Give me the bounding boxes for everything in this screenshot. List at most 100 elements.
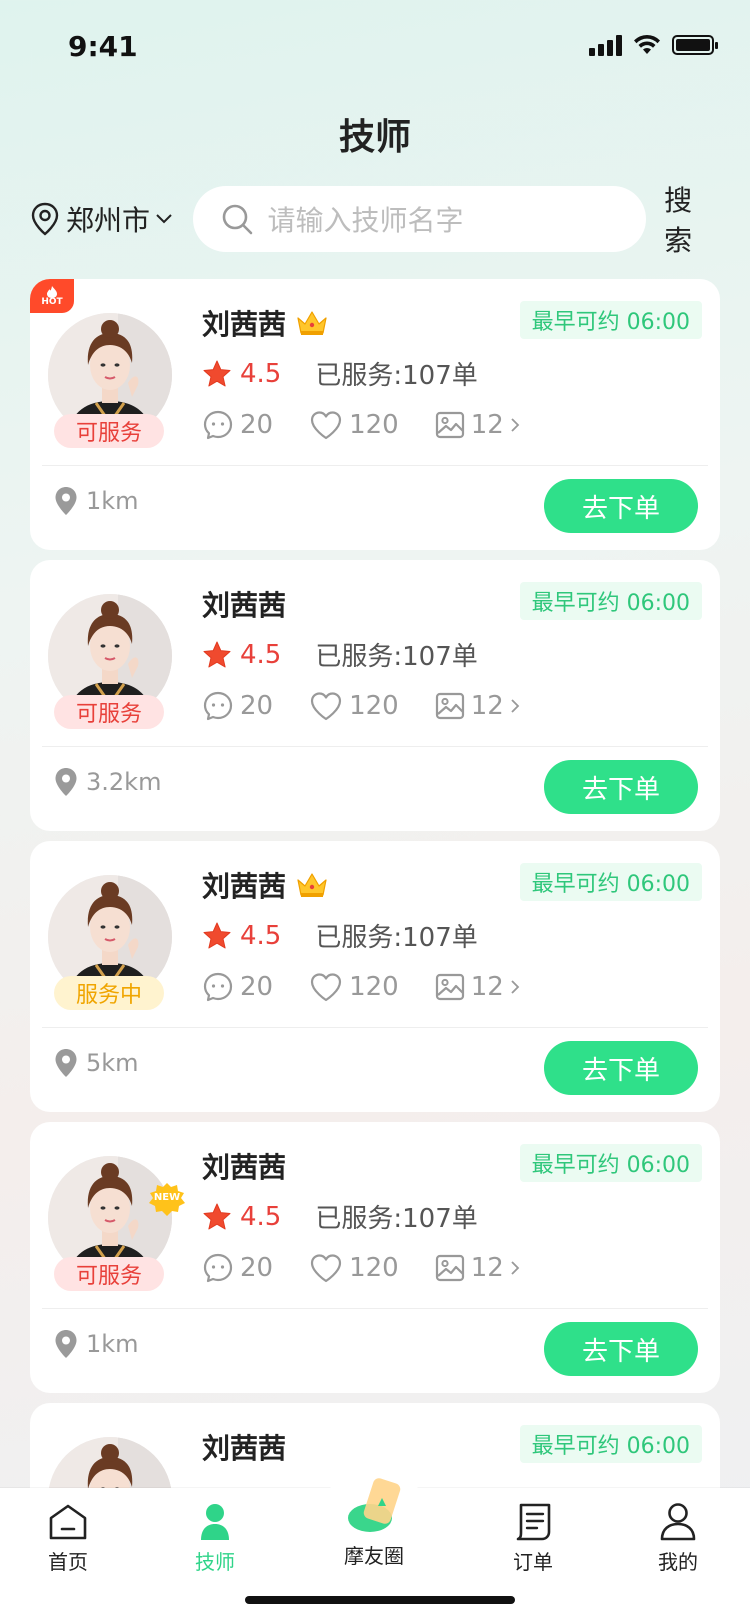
star-icon bbox=[203, 360, 231, 386]
comment-icon bbox=[203, 972, 233, 1002]
likes-stat[interactable]: 120 bbox=[309, 410, 399, 440]
chevron-right-icon bbox=[511, 1261, 520, 1275]
status-badge: 服务中 bbox=[54, 976, 164, 1010]
comments-stat[interactable]: 20 bbox=[202, 1252, 273, 1284]
divider bbox=[42, 465, 708, 466]
tab-technician-label: 技师 bbox=[195, 1550, 235, 1574]
served-count: 已服务:107单 bbox=[315, 642, 478, 672]
city-label: 郑州市 bbox=[66, 204, 151, 237]
flame-icon bbox=[47, 285, 57, 298]
comments-count: 20 bbox=[240, 691, 274, 721]
crown-icon bbox=[297, 873, 327, 897]
rating-row: 4.5 已服务:107单 bbox=[202, 355, 478, 392]
moments-icon bbox=[348, 1478, 401, 1532]
earliest-time-badge: 最早可约 06:00 bbox=[519, 1425, 702, 1463]
photos-stat[interactable]: 12 bbox=[435, 972, 520, 1002]
photos-stat[interactable]: 12 bbox=[435, 691, 520, 721]
divider bbox=[42, 1027, 708, 1028]
technician-card[interactable]: 可服务 刘茜茜 最早可约 06:00 4.5 已服务:107单 20 120 1… bbox=[30, 560, 720, 831]
new-badge: NEW bbox=[147, 1182, 187, 1218]
star-icon bbox=[203, 641, 231, 667]
distance: 5km bbox=[54, 1048, 139, 1078]
order-button[interactable]: 去下单 bbox=[544, 760, 698, 814]
tab-technician[interactable]: 技师 bbox=[165, 1502, 265, 1575]
technician-name: 刘茜茜 bbox=[202, 1432, 287, 1465]
rating-row: 4.5 已服务:107单 bbox=[202, 636, 478, 673]
chevron-right-icon bbox=[511, 418, 520, 432]
likes-count: 120 bbox=[349, 972, 399, 1002]
tab-moments[interactable]: 摩友圈 bbox=[324, 1478, 424, 1569]
photos-count: 12 bbox=[470, 410, 504, 440]
star-icon bbox=[203, 922, 231, 948]
location-icon bbox=[55, 487, 77, 515]
status-badge: 可服务 bbox=[54, 414, 164, 448]
status-bar: 9:41 bbox=[0, 0, 750, 96]
heart-icon bbox=[310, 973, 342, 1002]
person-icon bbox=[201, 1504, 229, 1540]
search-input[interactable]: 请输入技师名字 bbox=[193, 186, 647, 252]
home-indicator bbox=[245, 1596, 515, 1604]
location-pin-icon bbox=[31, 202, 59, 236]
heart-icon bbox=[310, 1254, 342, 1283]
tab-home[interactable]: 首页 bbox=[18, 1502, 118, 1575]
city-selector[interactable]: 郑州市 bbox=[30, 199, 193, 239]
home-icon bbox=[49, 1504, 87, 1540]
status-badge: 可服务 bbox=[54, 1257, 164, 1291]
hot-badge: HOT bbox=[30, 279, 74, 313]
search-placeholder: 请输入技师名字 bbox=[267, 204, 464, 237]
distance-value: 3.2km bbox=[86, 768, 162, 796]
heart-icon bbox=[310, 692, 342, 721]
chevron-right-icon bbox=[511, 980, 520, 994]
photos-stat[interactable]: 12 bbox=[435, 1253, 520, 1283]
comments-stat[interactable]: 20 bbox=[202, 971, 273, 1003]
likes-count: 120 bbox=[349, 691, 399, 721]
crown-icon bbox=[297, 311, 327, 335]
technician-name: 刘茜茜 bbox=[202, 1151, 287, 1184]
comments-stat[interactable]: 20 bbox=[202, 690, 273, 722]
technician-name: 刘茜茜 bbox=[202, 870, 287, 903]
location-icon bbox=[55, 1049, 77, 1077]
tab-profile-label: 我的 bbox=[658, 1550, 698, 1574]
rating-value: 4.5 bbox=[240, 920, 282, 951]
rating-row: 4.5 已服务:107单 bbox=[202, 917, 478, 954]
comment-icon bbox=[203, 1253, 233, 1283]
distance-value: 1km bbox=[86, 1330, 139, 1358]
hot-badge-label: HOT bbox=[41, 296, 63, 307]
distance-value: 5km bbox=[86, 1049, 139, 1077]
likes-count: 120 bbox=[349, 1253, 399, 1283]
distance: 1km bbox=[54, 1329, 139, 1359]
technician-card[interactable]: NEW 可服务 刘茜茜 最早可约 06:00 4.5 已服务:107单 20 1… bbox=[30, 1122, 720, 1393]
new-badge-label: NEW bbox=[153, 1192, 181, 1203]
photos-stat[interactable]: 12 bbox=[435, 410, 520, 440]
photos-count: 12 bbox=[470, 972, 504, 1002]
order-button[interactable]: 去下单 bbox=[544, 479, 698, 533]
tab-orders[interactable]: 订单 bbox=[483, 1502, 583, 1575]
technician-name-row: 刘茜茜 bbox=[202, 303, 328, 343]
comment-icon bbox=[203, 410, 233, 440]
tab-profile[interactable]: 我的 bbox=[628, 1502, 728, 1575]
comments-count: 20 bbox=[240, 972, 274, 1002]
stats-row: 20 120 12 bbox=[202, 971, 556, 1003]
distance: 3.2km bbox=[54, 767, 161, 797]
profile-icon bbox=[660, 1503, 696, 1541]
search-icon bbox=[223, 204, 253, 235]
technician-card[interactable]: 服务中 刘茜茜 最早可约 06:00 4.5 已服务:107单 20 120 1… bbox=[30, 841, 720, 1112]
order-button[interactable]: 去下单 bbox=[544, 1041, 698, 1095]
photos-count: 12 bbox=[470, 691, 504, 721]
order-button[interactable]: 去下单 bbox=[544, 1322, 698, 1376]
earliest-time-badge: 最早可约 06:00 bbox=[519, 863, 702, 901]
wifi-icon bbox=[634, 34, 660, 54]
chevron-down-icon bbox=[156, 214, 172, 224]
likes-stat[interactable]: 120 bbox=[309, 972, 399, 1002]
order-icon bbox=[516, 1503, 551, 1541]
likes-stat[interactable]: 120 bbox=[309, 691, 399, 721]
heart-icon bbox=[310, 411, 342, 440]
rating-value: 4.5 bbox=[240, 639, 282, 670]
likes-stat[interactable]: 120 bbox=[309, 1253, 399, 1283]
comments-stat[interactable]: 20 bbox=[202, 409, 273, 441]
search-button[interactable]: 搜索 bbox=[664, 179, 720, 259]
distance-value: 1km bbox=[86, 487, 139, 515]
technician-card[interactable]: HOT 可服务 刘茜茜 最早可约 06:00 4.5 已服务:107单 20 1… bbox=[30, 279, 720, 550]
tab-home-label: 首页 bbox=[48, 1550, 88, 1574]
signal-icon bbox=[589, 34, 622, 56]
